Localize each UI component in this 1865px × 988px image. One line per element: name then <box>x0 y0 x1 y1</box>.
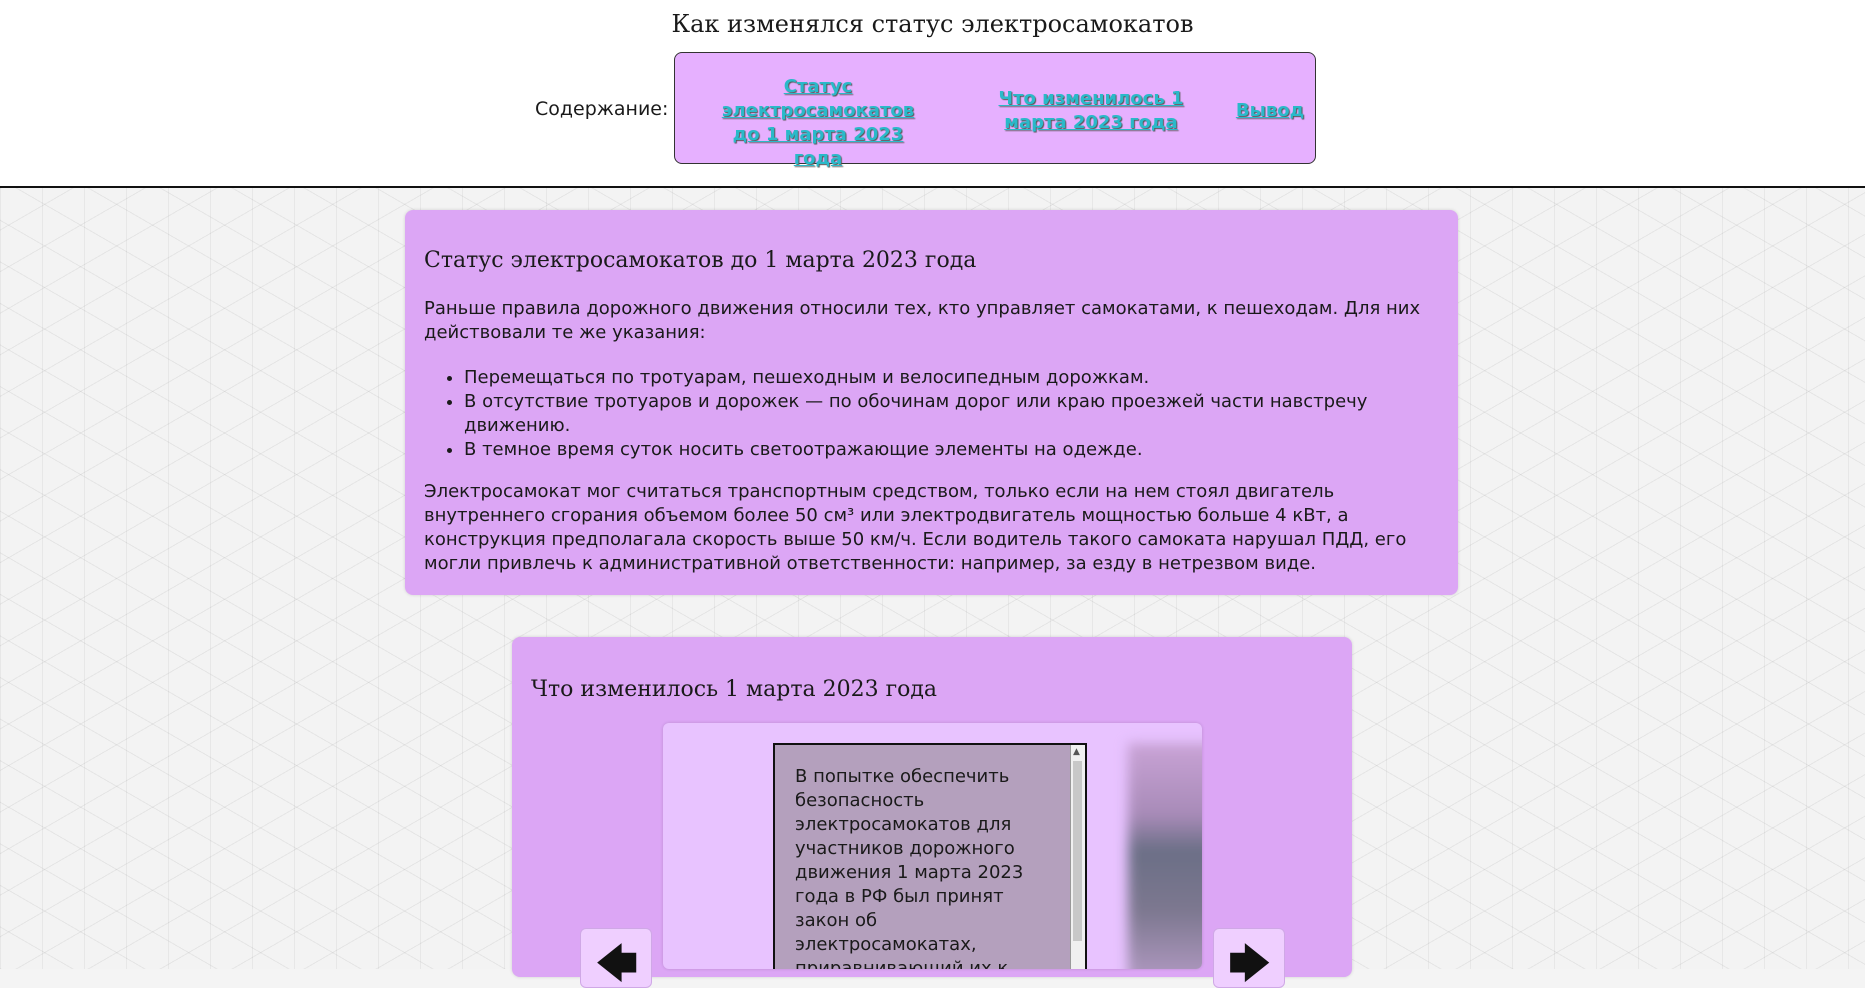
section-intro: Раньше правила дорожного движения относи… <box>424 298 1421 343</box>
image-slider: В попытке обеспечить безопасность электр… <box>663 723 1202 969</box>
page-title: Как изменялся статус электросамокатов <box>671 10 1194 38</box>
scroll-thumb[interactable] <box>1073 761 1082 941</box>
section-status-before: Статус электросамокатов до 1 марта 2023 … <box>405 210 1458 595</box>
list-item: В отсутствие тротуаров и дорожек — по об… <box>464 390 1434 438</box>
section-heading: Статус электросамокатов до 1 марта 2023 … <box>424 248 977 273</box>
next-slide-image <box>1128 743 1202 969</box>
next-slide-button[interactable]: 🡆 <box>1213 928 1285 988</box>
page-header: Как изменялся статус электросамокатов Со… <box>0 0 1865 188</box>
slide-text-panel[interactable]: В попытке обеспечить безопасность электр… <box>773 743 1087 969</box>
table-of-contents: Статус электросамокатов до 1 марта 2023 … <box>674 52 1316 169</box>
list-item: В темное время суток носить светоотражаю… <box>464 438 1434 462</box>
toc-link-conclusion[interactable]: Вывод <box>1235 99 1305 123</box>
slide-text: В попытке обеспечить безопасность электр… <box>795 766 1024 969</box>
scroll-up-icon[interactable]: ▲ <box>1073 747 1080 757</box>
section-outro: Электросамокат мог считаться транспортны… <box>424 481 1407 574</box>
scrollbar[interactable]: ▲ <box>1070 745 1085 969</box>
section-heading: Что изменилось 1 марта 2023 года <box>531 677 938 702</box>
list-item: Перемещаться по тротуарам, пешеходным и … <box>464 366 1434 390</box>
toc-link-changes[interactable]: Что изменилось 1 марта 2023 года <box>973 87 1209 135</box>
prev-slide-button[interactable]: 🡄 <box>580 928 652 988</box>
toc-label: Содержание: <box>535 98 669 120</box>
arrow-left-icon: 🡄 <box>595 939 639 988</box>
arrow-right-icon: 🡆 <box>1228 939 1272 988</box>
toc-link-status[interactable]: Статус электросамокатов до 1 марта 2023 … <box>707 75 929 171</box>
rules-list: Перемещаться по тротуарам, пешеходным и … <box>424 366 1434 462</box>
